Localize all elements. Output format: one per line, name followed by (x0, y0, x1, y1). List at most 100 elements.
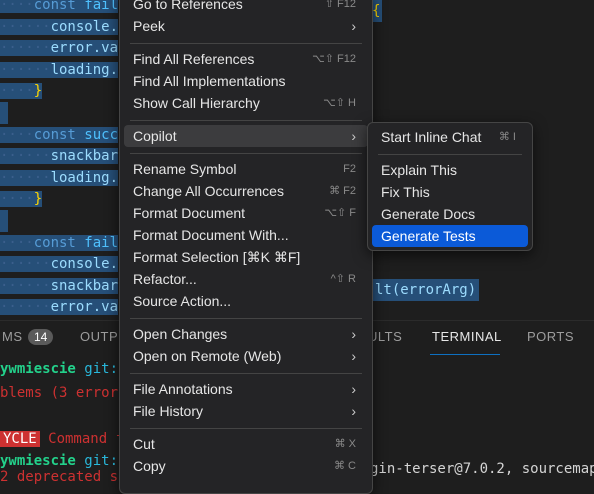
menu-item-open-changes[interactable]: Open Changes › (124, 323, 368, 345)
menu-item-fix-this[interactable]: Fix This (372, 181, 528, 203)
indent-whitespace: ······ (0, 256, 51, 273)
terminal-line-prefix: ywmiescie (0, 361, 76, 377)
code-snippet-right: lt(errorArg) (372, 279, 480, 301)
menu-item-label: Source Action... (133, 293, 232, 309)
copilot-submenu: Start Inline Chat ⌘ I Explain This Fix This… (367, 122, 533, 251)
menu-item-label: Open on Remote (Web) (133, 348, 282, 364)
shortcut-hint: ⌘ I (498, 131, 516, 143)
menu-item-label: Cut (133, 436, 155, 452)
terminal-line: ywmiescie git:( (0, 453, 126, 469)
code-line: ······console. (0, 253, 119, 275)
identifier: succ (84, 126, 119, 143)
indent-whitespace: ······ (0, 277, 51, 294)
code-text: snackbar (50, 277, 119, 294)
menu-item-label: Explain This (381, 162, 458, 178)
menu-item-refactor[interactable]: Refactor... ^⇧ R (124, 268, 368, 290)
menu-item-file-history[interactable]: File History › (124, 400, 368, 422)
terminal-line: blems (3 errors (0, 385, 126, 401)
menu-item-label: Generate Docs (381, 206, 476, 222)
tab-terminal[interactable]: TERMINAL (432, 329, 502, 344)
menu-item-label: Open Changes (133, 326, 228, 342)
code-text: const succ (33, 126, 119, 143)
chevron-right-icon: › (351, 18, 356, 34)
code-line: ······snackbar (0, 275, 119, 297)
chevron-right-icon: › (351, 381, 356, 397)
tab-test-results[interactable]: ULTS (368, 329, 402, 344)
identifier: snackbar (50, 148, 119, 165)
menu-item-label: Copy (133, 458, 166, 474)
code-line: ······snackbar (0, 145, 119, 167)
menu-item-source-action[interactable]: Source Action... (124, 290, 368, 312)
shortcut-hint: ⌘ X (334, 438, 356, 450)
code-line: ······loading. (0, 167, 119, 189)
shortcut-hint: ⌥⇧ H (323, 97, 356, 109)
code-text: } (33, 191, 43, 208)
terminal-line-prefix: YCLE (0, 431, 40, 447)
menu-item-start-inline-chat[interactable]: Start Inline Chat ⌘ I (372, 126, 528, 148)
terminal-line: ywmiescie git:( (0, 361, 126, 377)
context-menu: Go to References ⇧ F12 Peek › Find All Refer… (119, 0, 373, 494)
shortcut-hint: F2 (343, 163, 356, 175)
indent-whitespace: ······ (0, 169, 51, 186)
menu-item-copilot[interactable]: Copilot › (124, 125, 368, 147)
menu-item-show-call-hierarchy[interactable]: Show Call Hierarchy ⌥⇧ H (124, 92, 368, 114)
identifier: snackbar (50, 277, 119, 294)
menu-item-label: Format Selection [⌘K ⌘F] (133, 249, 301, 265)
indent-whitespace: ···· (0, 191, 34, 208)
menu-item-format-document-with[interactable]: Format Document With... (124, 224, 368, 246)
code-line (0, 102, 8, 124)
menu-separator (130, 119, 362, 121)
tab-ports[interactable]: PORTS (527, 329, 574, 344)
menu-separator (130, 372, 362, 374)
tab-problems[interactable]: MS (2, 329, 23, 344)
menu-separator (130, 152, 362, 154)
indent-whitespace: ···· (0, 126, 34, 143)
menu-item-find-all-references[interactable]: Find All References ⌥⇧ F12 (124, 48, 368, 70)
menu-item-cut[interactable]: Cut ⌘ X (124, 433, 368, 455)
identifier: console. (50, 256, 119, 273)
menu-item-explain-this[interactable]: Explain This (372, 159, 528, 181)
menu-item-label: Format Document With... (133, 227, 289, 243)
menu-separator (130, 317, 362, 319)
terminal-line: YCLE Command f (0, 431, 124, 447)
shortcut-hint: ^⇧ R (330, 273, 356, 285)
keyword: const (33, 126, 85, 143)
menu-item-label: File History (133, 403, 204, 419)
menu-item-rename-symbol[interactable]: Rename Symbol F2 (124, 158, 368, 180)
menu-item-format-document[interactable]: Format Document ⌥⇧ F (124, 202, 368, 224)
menu-item-label: Copilot (133, 128, 177, 144)
tab-output[interactable]: OUTP (80, 329, 118, 344)
menu-separator (130, 42, 362, 44)
menu-item-go-to-references[interactable]: Go to References ⇧ F12 (124, 0, 368, 15)
menu-item-generate-tests[interactable]: Generate Tests (372, 225, 528, 247)
menu-item-change-all-occurrences[interactable]: Change All Occurrences ⌘ F2 (124, 180, 368, 202)
terminal-line-prefix: blems (3 errors (0, 385, 127, 401)
indent-whitespace: ······ (0, 299, 51, 316)
menu-item-label: Start Inline Chat (381, 129, 482, 145)
menu-item-label: Refactor... (133, 271, 197, 287)
chevron-right-icon: › (351, 128, 356, 144)
identifier: loading. (50, 169, 119, 186)
menu-item-copy[interactable]: Copy ⌘ C (124, 455, 368, 477)
indent-whitespace: ······ (0, 148, 51, 165)
code-line: ····const fail (0, 232, 119, 254)
keyword: const (33, 234, 85, 251)
problems-count-badge: 14 (28, 329, 54, 345)
identifier: error.va (50, 299, 119, 316)
code-text: console. (50, 256, 119, 273)
menu-item-open-on-remote-web[interactable]: Open on Remote (Web) › (124, 345, 368, 367)
terminal-line-prefix: ywmiescie (0, 453, 76, 469)
menu-item-peek[interactable]: Peek › (124, 15, 368, 37)
chevron-right-icon: › (351, 348, 356, 364)
shortcut-hint: ⌥⇧ F (324, 207, 356, 219)
shortcut-hint: ⇧ F12 (324, 0, 356, 10)
menu-item-generate-docs[interactable]: Generate Docs (372, 203, 528, 225)
menu-item-find-all-implementations[interactable]: Find All Implementations (124, 70, 368, 92)
menu-separator (130, 427, 362, 429)
menu-item-format-selection-k-f[interactable]: Format Selection [⌘K ⌘F] (124, 246, 368, 268)
menu-item-label: Rename Symbol (133, 161, 237, 177)
menu-item-label: Format Document (133, 205, 246, 221)
code-line (0, 210, 8, 232)
shortcut-hint: ⌥⇧ F12 (312, 53, 356, 65)
menu-item-file-annotations[interactable]: File Annotations › (124, 378, 368, 400)
